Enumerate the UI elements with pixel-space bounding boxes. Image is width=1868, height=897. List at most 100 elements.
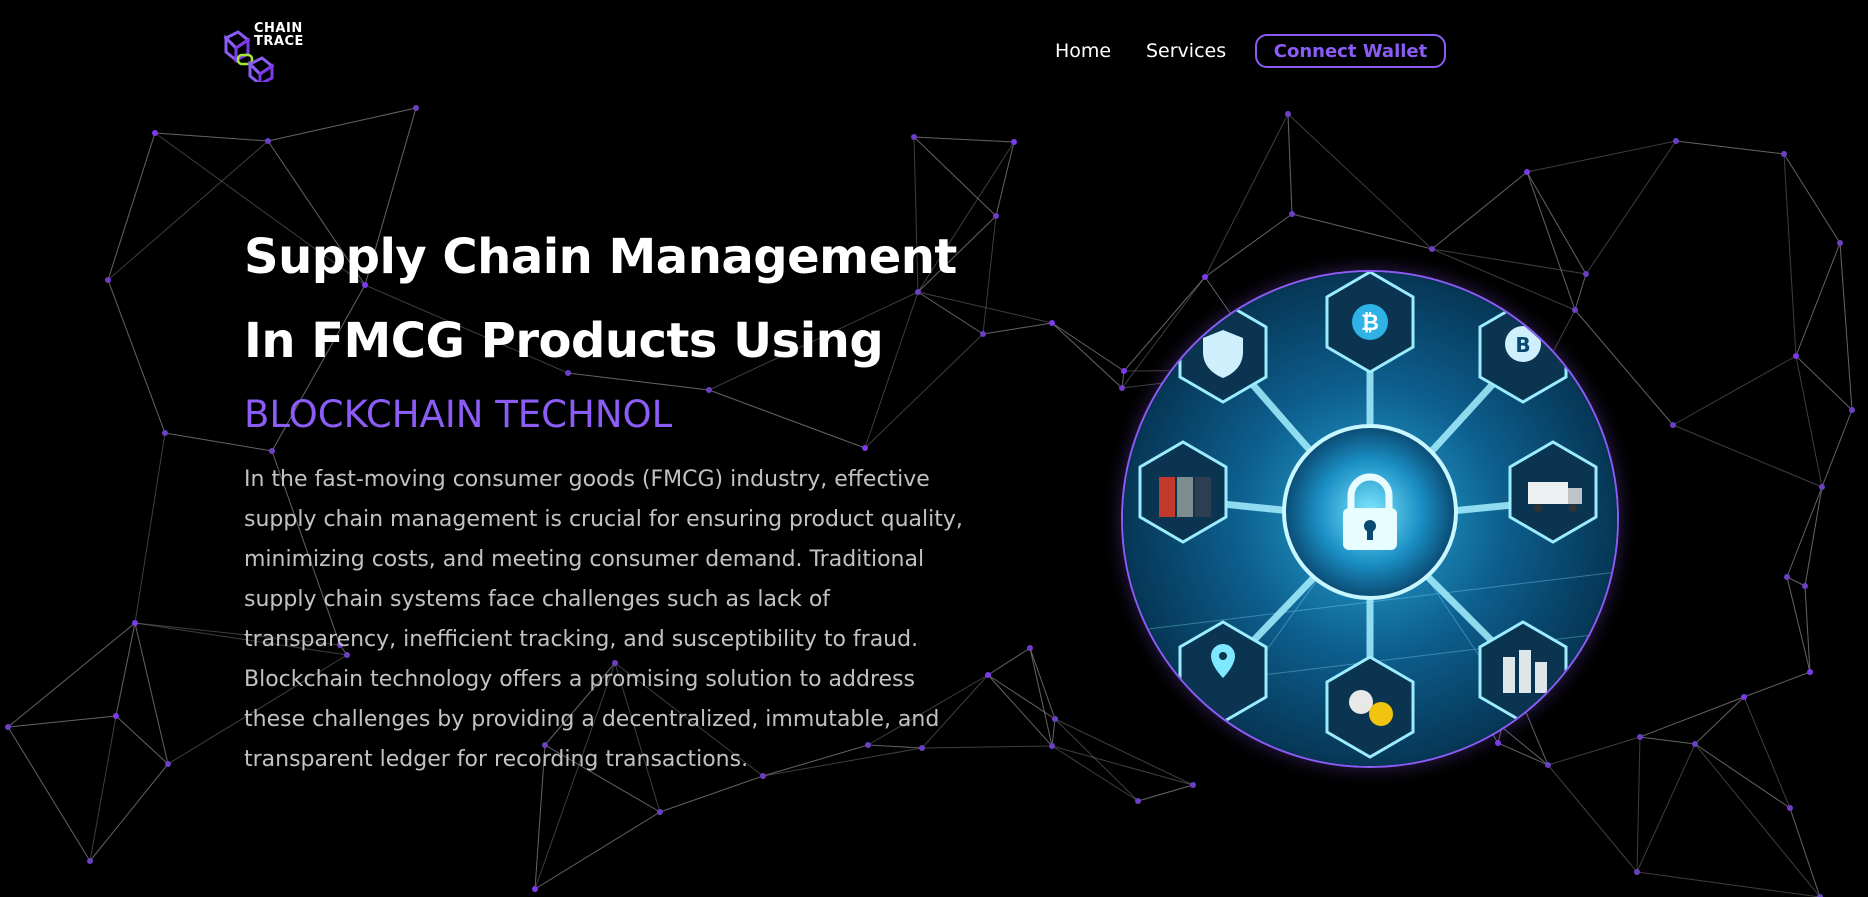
network-line xyxy=(1051,322,1123,389)
nav-home-link[interactable]: Home xyxy=(1055,40,1111,62)
network-line xyxy=(1287,113,1293,215)
network-line xyxy=(1839,242,1853,411)
network-node xyxy=(862,445,868,451)
network-node xyxy=(1637,734,1643,740)
network-line xyxy=(1574,273,1587,311)
network-line xyxy=(1804,585,1811,673)
network-node xyxy=(1049,320,1055,326)
network-node xyxy=(165,761,171,767)
network-line xyxy=(7,622,136,728)
network-line xyxy=(107,279,166,434)
network-node xyxy=(1049,743,1055,749)
network-line xyxy=(1694,743,1821,897)
network-line xyxy=(1526,171,1587,275)
brand-line2: TRACE xyxy=(254,34,304,49)
network-node xyxy=(1524,169,1530,175)
network-node xyxy=(1190,782,1196,788)
network-node xyxy=(1027,645,1033,651)
network-line xyxy=(1051,322,1125,372)
network-node xyxy=(1802,583,1808,589)
bitcoin-icon: ₿ xyxy=(1352,304,1388,340)
network-line xyxy=(1051,745,1139,802)
hero-description: In the fast-moving consumer goods (FMCG)… xyxy=(244,467,963,772)
navbar: CHAIN TRACE Home Services Connect Wallet xyxy=(0,0,1868,100)
network-line xyxy=(1291,213,1433,250)
network-line xyxy=(1639,736,1696,745)
network-line xyxy=(1795,355,1853,411)
network-node xyxy=(1583,271,1589,277)
brand-name: CHAIN TRACE xyxy=(254,22,304,48)
network-line xyxy=(708,389,866,449)
network-line xyxy=(115,622,136,717)
network-node xyxy=(1793,353,1799,359)
network-line xyxy=(987,647,1031,676)
network-node xyxy=(1119,385,1125,391)
network-line xyxy=(1054,718,1194,786)
network-node xyxy=(1807,669,1813,675)
network-line xyxy=(1743,671,1811,698)
network-node xyxy=(152,130,158,136)
brand-logo[interactable]: CHAIN TRACE xyxy=(220,18,310,82)
network-line xyxy=(107,132,156,281)
network-node xyxy=(1741,694,1747,700)
connect-wallet-button[interactable]: Connect Wallet xyxy=(1255,34,1446,68)
network-line xyxy=(982,322,1053,335)
network-node xyxy=(1011,139,1017,145)
network-line xyxy=(1675,140,1785,155)
hero-title: Supply Chain Management In FMCG Products… xyxy=(244,215,957,383)
network-line xyxy=(1636,743,1696,873)
network-line xyxy=(1795,355,1823,488)
blockchain-illustration: ₿ B xyxy=(1121,270,1619,768)
network-node xyxy=(1634,869,1640,875)
network-line xyxy=(995,141,1015,217)
network-line xyxy=(134,622,169,765)
network-node xyxy=(162,430,168,436)
network-line xyxy=(1821,409,1853,488)
svg-text:B: B xyxy=(1515,333,1530,357)
network-line xyxy=(89,763,169,862)
network-line xyxy=(1029,647,1053,747)
network-line xyxy=(1204,113,1289,278)
svg-text:₿: ₿ xyxy=(1361,311,1379,336)
network-line xyxy=(1636,871,1821,897)
hero-title-line2: In FMCG Products Using xyxy=(244,313,884,369)
network-line xyxy=(1804,486,1823,587)
network-node xyxy=(5,724,11,730)
network-node xyxy=(1849,407,1855,413)
network-node xyxy=(1545,762,1551,768)
network-line xyxy=(1795,242,1841,357)
network-node xyxy=(657,809,663,815)
network-line xyxy=(1789,807,1821,897)
network-line xyxy=(1431,248,1587,275)
network-line xyxy=(154,132,269,142)
network-node xyxy=(1692,741,1698,747)
network-line xyxy=(1694,743,1791,809)
network-line xyxy=(1786,576,1806,587)
network-line xyxy=(1526,140,1677,173)
network-line xyxy=(534,811,661,890)
network-node xyxy=(980,331,986,337)
network-line xyxy=(134,432,166,624)
network-line xyxy=(1431,171,1528,250)
network-line xyxy=(1287,113,1433,250)
network-node xyxy=(1135,798,1141,804)
network-node xyxy=(1572,307,1578,313)
network-node xyxy=(985,672,991,678)
nav-services-link[interactable]: Services xyxy=(1146,40,1226,62)
network-line xyxy=(89,715,117,862)
hero-title-line1: Supply Chain Management xyxy=(244,229,957,285)
network-node xyxy=(1837,240,1843,246)
network-line xyxy=(1054,718,1139,802)
network-line xyxy=(1547,736,1641,766)
network-node xyxy=(706,387,712,393)
network-line xyxy=(1051,745,1194,786)
network-node xyxy=(1495,740,1501,746)
network-node xyxy=(532,886,538,892)
network-line xyxy=(1204,213,1293,278)
network-line xyxy=(913,136,997,217)
network-line xyxy=(1547,764,1638,873)
network-node xyxy=(1121,368,1127,374)
network-line xyxy=(1694,696,1745,745)
network-line xyxy=(1137,784,1194,802)
network-line xyxy=(1526,171,1576,311)
